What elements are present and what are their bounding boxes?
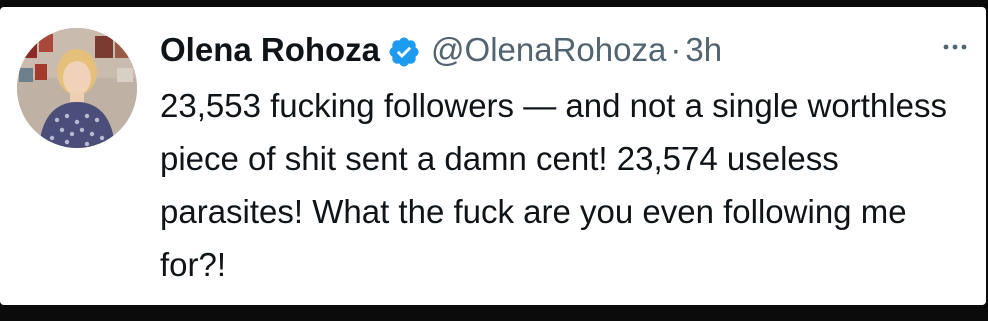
avatar[interactable] — [17, 28, 137, 148]
screenshot-frame: Olena Rohoza @OlenaRohoza · 3h 23,553 fu… — [0, 0, 988, 321]
tweet-card[interactable]: Olena Rohoza @OlenaRohoza · 3h 23,553 fu… — [0, 7, 986, 305]
more-options-icon[interactable] — [940, 37, 970, 57]
tweet-text: 23,553 fucking followers — and not a sin… — [160, 87, 947, 283]
tweet-header: Olena Rohoza @OlenaRohoza · 3h — [160, 25, 722, 75]
user-handle[interactable]: @OlenaRohoza — [431, 25, 666, 75]
separator-dot: · — [670, 31, 682, 68]
display-name[interactable]: Olena Rohoza — [160, 25, 380, 75]
verified-badge-icon[interactable] — [387, 33, 421, 67]
timestamp[interactable]: 3h — [685, 25, 722, 75]
avatar-photo — [17, 28, 137, 148]
